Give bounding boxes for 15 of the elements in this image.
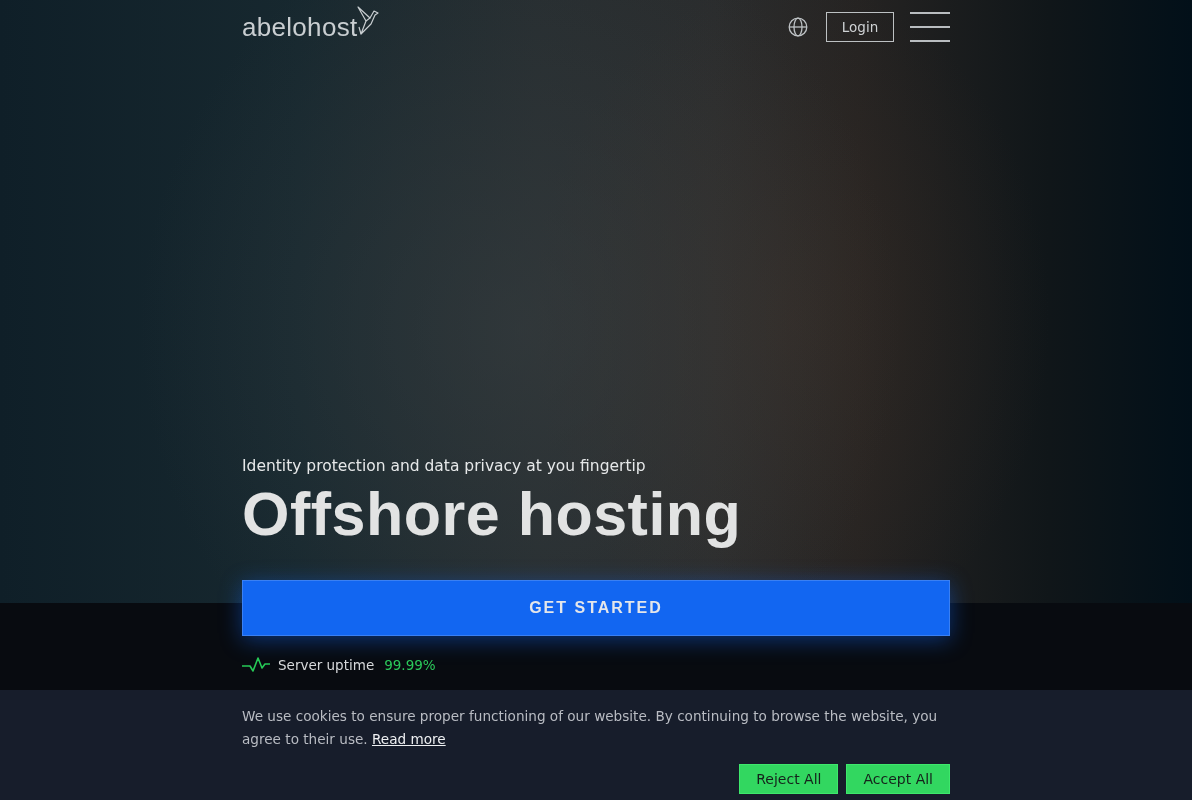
read-more-link[interactable]: Read more xyxy=(371,731,446,747)
accept-all-button[interactable]: Accept All xyxy=(846,764,950,794)
menu-icon[interactable] xyxy=(910,12,950,42)
uptime-label: Server uptime xyxy=(278,657,375,673)
logo-text[interactable]: abelohost xyxy=(242,13,358,41)
bird-icon xyxy=(357,6,380,36)
reject-all-button[interactable]: Reject All xyxy=(739,764,839,794)
pulse-icon xyxy=(242,657,270,673)
cookie-notice-text: We use cookies to ensure proper functioning of our website. By continuing to browse the website, you agree to their use. Read more xyxy=(242,707,939,749)
hero-title: Offshore hosting xyxy=(242,480,743,548)
globe-icon[interactable] xyxy=(788,17,808,37)
uptime-value: 99.99% xyxy=(384,657,436,673)
login-button[interactable]: Login xyxy=(826,12,894,42)
get-started-button[interactable]: GET STARTED xyxy=(242,580,950,636)
hero-subtitle: Identity protection and data privacy at you fingertip xyxy=(242,456,647,476)
